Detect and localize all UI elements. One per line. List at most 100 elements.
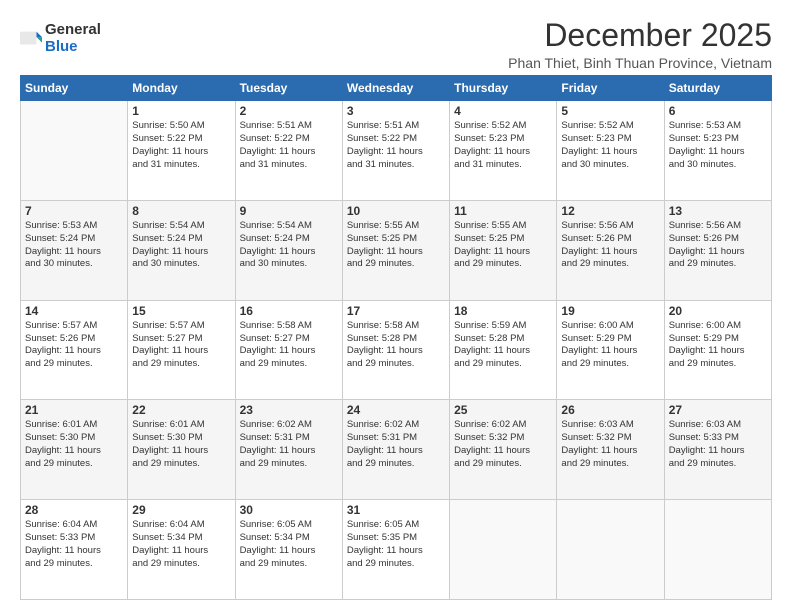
logo-text: General Blue — [45, 22, 101, 55]
day-number: 17 — [347, 304, 445, 318]
day-number: 8 — [132, 204, 230, 218]
day-number: 24 — [347, 403, 445, 417]
table-row: 25 Sunrise: 6:02 AMSunset: 5:32 PMDayligh… — [450, 400, 557, 500]
day-info: Sunrise: 5:51 AMSunset: 5:22 PMDaylight:… — [240, 120, 338, 171]
day-number: 23 — [240, 403, 338, 417]
title-block: December 2025 Phan Thiet, Binh Thuan Pro… — [508, 18, 772, 71]
table-row: 16 Sunrise: 5:58 AMSunset: 5:27 PMDayligh… — [235, 300, 342, 400]
col-tuesday: Tuesday — [235, 76, 342, 101]
day-info: Sunrise: 5:54 AMSunset: 5:24 PMDaylight:… — [132, 220, 230, 271]
day-number: 29 — [132, 503, 230, 517]
table-row: 26 Sunrise: 6:03 AMSunset: 5:32 PMDayligh… — [557, 400, 664, 500]
table-row: 27Sunrise: 6:03 AMSunset: 5:33 PMDayligh… — [664, 400, 771, 500]
day-info: Sunrise: 6:02 AMSunset: 5:32 PMDaylight:… — [454, 419, 552, 470]
logo-blue-text: Blue — [45, 39, 101, 56]
calendar-week-row: 14 Sunrise: 5:57 AMSunset: 5:26 PMDayligh… — [21, 300, 772, 400]
table-row: 15 Sunrise: 5:57 AMSunset: 5:27 PMDayligh… — [128, 300, 235, 400]
table-row: 17 Sunrise: 5:58 AMSunset: 5:28 PMDayligh… — [342, 300, 449, 400]
day-info: Sunrise: 5:51 AMSunset: 5:22 PMDaylight:… — [347, 120, 445, 171]
day-info: Sunrise: 5:52 AMSunset: 5:23 PMDaylight:… — [561, 120, 659, 171]
day-number: 9 — [240, 204, 338, 218]
table-row: 14 Sunrise: 5:57 AMSunset: 5:26 PMDayligh… — [21, 300, 128, 400]
day-number: 1 — [132, 104, 230, 118]
table-row: 24 Sunrise: 6:02 AMSunset: 5:31 PMDayligh… — [342, 400, 449, 500]
calendar-week-row: 21 Sunrise: 6:01 AMSunset: 5:30 PMDayligh… — [21, 400, 772, 500]
main-title: December 2025 — [508, 18, 772, 53]
table-row: 8 Sunrise: 5:54 AMSunset: 5:24 PMDaylight… — [128, 200, 235, 300]
calendar-week-row: 28 Sunrise: 6:04 AMSunset: 5:33 PMDayligh… — [21, 500, 772, 600]
col-wednesday: Wednesday — [342, 76, 449, 101]
day-number: 16 — [240, 304, 338, 318]
day-info: Sunrise: 5:56 AMSunset: 5:26 PMDaylight:… — [561, 220, 659, 271]
day-info: Sunrise: 5:54 AMSunset: 5:24 PMDaylight:… — [240, 220, 338, 271]
logo-icon — [20, 28, 42, 50]
day-number: 31 — [347, 503, 445, 517]
table-row: 20 Sunrise: 6:00 AMSunset: 5:29 PMDayligh… — [664, 300, 771, 400]
day-info: Sunrise: 5:53 AMSunset: 5:23 PMDaylight:… — [669, 120, 767, 171]
day-number: 28 — [25, 503, 123, 517]
table-row — [664, 500, 771, 600]
day-number: 26 — [561, 403, 659, 417]
table-row: 28 Sunrise: 6:04 AMSunset: 5:33 PMDayligh… — [21, 500, 128, 600]
day-info: Sunrise: 6:02 AMSunset: 5:31 PMDaylight:… — [240, 419, 338, 470]
header: General Blue December 2025 Phan Thiet, B… — [20, 18, 772, 71]
day-number: 20 — [669, 304, 767, 318]
table-row: 10 Sunrise: 5:55 AMSunset: 5:25 PMDayligh… — [342, 200, 449, 300]
table-row: 3Sunrise: 5:51 AMSunset: 5:22 PMDaylight… — [342, 101, 449, 201]
table-row: 7 Sunrise: 5:53 AMSunset: 5:24 PMDaylight… — [21, 200, 128, 300]
day-number: 25 — [454, 403, 552, 417]
logo-general-text: General — [45, 22, 101, 39]
day-info: Sunrise: 5:50 AMSunset: 5:22 PMDaylight:… — [132, 120, 230, 171]
day-number: 13 — [669, 204, 767, 218]
day-info: Sunrise: 6:02 AMSunset: 5:31 PMDaylight:… — [347, 419, 445, 470]
day-info: Sunrise: 5:58 AMSunset: 5:27 PMDaylight:… — [240, 320, 338, 371]
day-number: 7 — [25, 204, 123, 218]
subtitle: Phan Thiet, Binh Thuan Province, Vietnam — [508, 55, 772, 71]
table-row: 11Sunrise: 5:55 AMSunset: 5:25 PMDayligh… — [450, 200, 557, 300]
day-number: 15 — [132, 304, 230, 318]
table-row: 23 Sunrise: 6:02 AMSunset: 5:31 PMDayligh… — [235, 400, 342, 500]
day-number: 11 — [454, 204, 552, 218]
day-info: Sunrise: 5:53 AMSunset: 5:24 PMDaylight:… — [25, 220, 123, 271]
table-row: 30Sunrise: 6:05 AMSunset: 5:34 PMDayligh… — [235, 500, 342, 600]
table-row: 1 Sunrise: 5:50 AMSunset: 5:22 PMDaylight… — [128, 101, 235, 201]
table-row: 9 Sunrise: 5:54 AMSunset: 5:24 PMDaylight… — [235, 200, 342, 300]
day-info: Sunrise: 6:03 AMSunset: 5:32 PMDaylight:… — [561, 419, 659, 470]
table-row: 19Sunrise: 6:00 AMSunset: 5:29 PMDayligh… — [557, 300, 664, 400]
day-number: 4 — [454, 104, 552, 118]
table-row: 22Sunrise: 6:01 AMSunset: 5:30 PMDayligh… — [128, 400, 235, 500]
table-row: 4Sunrise: 5:52 AMSunset: 5:23 PMDaylight… — [450, 101, 557, 201]
day-info: Sunrise: 5:57 AMSunset: 5:26 PMDaylight:… — [25, 320, 123, 371]
table-row — [21, 101, 128, 201]
day-number: 5 — [561, 104, 659, 118]
day-info: Sunrise: 5:59 AMSunset: 5:28 PMDaylight:… — [454, 320, 552, 371]
day-number: 6 — [669, 104, 767, 118]
day-info: Sunrise: 6:01 AMSunset: 5:30 PMDaylight:… — [25, 419, 123, 470]
calendar-week-row: 1 Sunrise: 5:50 AMSunset: 5:22 PMDaylight… — [21, 101, 772, 201]
table-row: 12Sunrise: 5:56 AMSunset: 5:26 PMDayligh… — [557, 200, 664, 300]
col-monday: Monday — [128, 76, 235, 101]
table-row: 6 Sunrise: 5:53 AMSunset: 5:23 PMDaylight… — [664, 101, 771, 201]
day-info: Sunrise: 6:04 AMSunset: 5:34 PMDaylight:… — [132, 519, 230, 570]
table-row — [450, 500, 557, 600]
day-number: 27 — [669, 403, 767, 417]
day-info: Sunrise: 5:56 AMSunset: 5:26 PMDaylight:… — [669, 220, 767, 271]
day-info: Sunrise: 5:55 AMSunset: 5:25 PMDaylight:… — [347, 220, 445, 271]
col-friday: Friday — [557, 76, 664, 101]
col-saturday: Saturday — [664, 76, 771, 101]
day-number: 10 — [347, 204, 445, 218]
day-number: 14 — [25, 304, 123, 318]
table-row: 31Sunrise: 6:05 AMSunset: 5:35 PMDayligh… — [342, 500, 449, 600]
day-number: 21 — [25, 403, 123, 417]
day-info: Sunrise: 5:58 AMSunset: 5:28 PMDaylight:… — [347, 320, 445, 371]
col-thursday: Thursday — [450, 76, 557, 101]
day-info: Sunrise: 5:57 AMSunset: 5:27 PMDaylight:… — [132, 320, 230, 371]
day-info: Sunrise: 6:00 AMSunset: 5:29 PMDaylight:… — [561, 320, 659, 371]
day-info: Sunrise: 6:00 AMSunset: 5:29 PMDaylight:… — [669, 320, 767, 371]
day-number: 22 — [132, 403, 230, 417]
day-info: Sunrise: 6:04 AMSunset: 5:33 PMDaylight:… — [25, 519, 123, 570]
table-row: 2Sunrise: 5:51 AMSunset: 5:22 PMDaylight… — [235, 101, 342, 201]
table-row: 29 Sunrise: 6:04 AMSunset: 5:34 PMDayligh… — [128, 500, 235, 600]
table-row: 13 Sunrise: 5:56 AMSunset: 5:26 PMDayligh… — [664, 200, 771, 300]
calendar-table: Sunday Monday Tuesday Wednesday Thursday… — [20, 75, 772, 600]
